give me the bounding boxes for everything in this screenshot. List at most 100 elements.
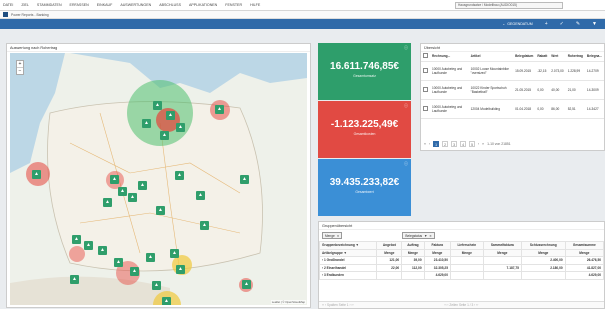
map-marker[interactable]: ▲	[176, 123, 185, 132]
info-icon[interactable]: ⓘ	[404, 103, 408, 109]
map-marker[interactable]: ▲	[72, 235, 81, 244]
menu-item-stammdaten[interactable]: Stammdaten	[37, 3, 62, 7]
pager-page[interactable]: 5	[469, 141, 476, 147]
map-marker[interactable]: ▲	[118, 187, 127, 196]
pivot-col-header[interactable]: Auftrag	[401, 241, 425, 250]
map-marker[interactable]: ▲	[32, 170, 41, 179]
row-checkbox[interactable]	[421, 80, 430, 100]
map-marker[interactable]: ▲	[215, 105, 224, 114]
column-header[interactable]: Rechnung...	[430, 52, 469, 62]
column-header[interactable]: Belegna...	[584, 52, 604, 62]
map-marker[interactable]: ▲	[175, 171, 184, 180]
pager-first[interactable]: «	[424, 142, 426, 146]
row-pager[interactable]: ‹‹ ‹ Zeilen Seite 1 / 3 › ››	[444, 303, 478, 307]
map-marker[interactable]: ▲	[170, 249, 179, 258]
menu-item-fenster[interactable]: Fenster	[225, 3, 242, 7]
map-marker[interactable]: ▲	[98, 246, 107, 255]
pin-icon[interactable]: ✎	[576, 21, 580, 27]
map-marker[interactable]: ▲	[162, 297, 171, 305]
map-marker[interactable]: ▲	[156, 206, 165, 215]
pager-prev[interactable]: ‹	[429, 142, 430, 146]
map-marker[interactable]: ▲	[153, 101, 162, 110]
column-header[interactable]: Rabatt	[535, 52, 550, 62]
map-view[interactable]: ▲ ▲ ▲ ▲ ▲ ▲ ▲ ▲ ▲ ▲ ▲ ▲ ▲ ▲ ▲ ▲ ▲ ▲ ▲ ▲ …	[10, 53, 307, 305]
table-row[interactable]: 10000 Autobeleg und Laufkunde 12004 Mode…	[421, 99, 604, 119]
pivot-row[interactable]: › 3 Endkunden 4.629,00 4.629,00	[319, 271, 604, 280]
date-filter[interactable]: ⌄ GEGENDATUM	[502, 22, 533, 26]
pivot-col-header[interactable]: Lieferschein	[449, 241, 484, 250]
pivot-cell: 22,00	[376, 263, 403, 272]
column-pager[interactable]: ‹‹ ‹ Spalten Seite 1 › ››	[322, 303, 354, 307]
column-header[interactable]: Belegdatum	[513, 52, 536, 62]
column-header[interactable]: Wert	[549, 52, 566, 62]
pivot-col-header[interactable]: Sammelfaktura	[482, 241, 522, 250]
cell-datum: 01.04.2018	[513, 99, 536, 119]
table-row[interactable]: 10000 Autobeleg und Laufkunde 10002 Loos…	[421, 61, 604, 81]
menu-item-erfassen[interactable]: Erfassen	[70, 3, 89, 7]
map-marker[interactable]: ▲	[242, 280, 251, 289]
map-marker[interactable]: ▲	[166, 111, 175, 120]
pager-next[interactable]: ›	[478, 142, 479, 146]
pivot-col-header[interactable]: Angebot	[376, 241, 403, 250]
chip-belegstatus[interactable]: Belegstatus ▼ ✕	[402, 232, 435, 239]
pivot-row-label[interactable]: › 3 Endkunden	[319, 271, 378, 280]
map-marker[interactable]: ▲	[176, 265, 185, 274]
map-marker[interactable]: ▲	[152, 281, 161, 290]
menu-item-hilfe[interactable]: Hilfe	[250, 3, 260, 7]
select-all-checkbox[interactable]	[421, 52, 430, 62]
chip-menge[interactable]: Menge ✕	[322, 232, 343, 239]
close-icon[interactable]: ✕	[337, 234, 340, 238]
filter-icon[interactable]: ▼	[424, 234, 427, 238]
pager-page[interactable]: 1	[433, 141, 440, 147]
pivot-row[interactable]: › 1 Großhandel 121,00 39,00 23.410,50 2.…	[319, 256, 604, 265]
map-marker[interactable]: ▲	[160, 131, 169, 140]
table-row[interactable]: 10000 Autobeleg und Laufkunde 10022 Kind…	[421, 80, 604, 100]
pivot-row-label[interactable]: › 2 Einzelhandel	[319, 263, 378, 272]
filter-icon[interactable]: ▼	[592, 21, 597, 27]
menu-item-datei[interactable]: Datei	[3, 3, 13, 7]
add-icon[interactable]: +	[545, 21, 548, 27]
check-icon[interactable]: ✓	[560, 21, 564, 27]
pager-page[interactable]: 3	[451, 141, 458, 147]
map-marker[interactable]: ▲	[128, 193, 137, 202]
map-marker[interactable]: ▲	[196, 191, 205, 200]
column-header[interactable]: Artikel	[468, 52, 514, 62]
column-header[interactable]: Rohertrag	[565, 52, 585, 62]
zoom-out-button[interactable]: −	[17, 68, 23, 75]
menu-item-einkauf[interactable]: Einkauf	[97, 3, 113, 7]
map-marker[interactable]: ▲	[114, 258, 123, 267]
close-icon[interactable]: ✕	[429, 234, 432, 238]
map-marker[interactable]: ▲	[142, 119, 151, 128]
menu-item-auswertungen[interactable]: Auswertungen	[120, 3, 151, 7]
info-icon[interactable]: ⓘ	[404, 45, 408, 51]
pivot-row-field[interactable]: Gruppenbezeichnung ▼	[319, 241, 378, 250]
menu-item-ziel[interactable]: Ziel	[21, 3, 29, 7]
menu-item-abschluss[interactable]: Abschluss	[159, 3, 181, 7]
pivot-row-label[interactable]: › 1 Großhandel	[319, 256, 378, 265]
map-marker[interactable]: ▲	[84, 241, 93, 250]
row-checkbox[interactable]	[421, 99, 430, 119]
pivot-row-field[interactable]: Artikelgruppe ▼	[319, 248, 378, 257]
cell-rechnung: 10000 Autobeleg und Laufkunde	[430, 61, 469, 81]
menu-item-applikationen[interactable]: Applikationen	[189, 3, 217, 7]
map-marker[interactable]: ▲	[138, 181, 147, 190]
map-marker[interactable]: ▲	[240, 175, 249, 184]
map-marker[interactable]: ▲	[70, 275, 79, 284]
pivot-row[interactable]: › 2 Einzelhandel 22,00 112,00 32.305,25 …	[319, 263, 604, 272]
company-selector[interactable]: Hausgrundsatze / Modellbau (AUDIO015)	[455, 2, 563, 9]
pivot-col-header[interactable]: Schlussrechnung	[520, 241, 566, 250]
map-marker[interactable]: ▲	[130, 267, 139, 276]
zoom-in-button[interactable]: +	[17, 61, 23, 68]
pivot-col-header[interactable]: Gesamtsumme	[564, 241, 604, 250]
info-icon[interactable]: ⓘ	[404, 161, 408, 167]
row-checkbox[interactable]	[421, 61, 430, 81]
map-marker[interactable]: ▲	[110, 175, 119, 184]
pager-page[interactable]: 2	[442, 141, 449, 147]
pager-last[interactable]: »	[482, 142, 484, 146]
map-marker[interactable]: ▲	[146, 253, 155, 262]
pivot-col-header[interactable]: Faktura	[423, 241, 451, 250]
map-marker[interactable]: ▲	[103, 198, 112, 207]
map-attribution[interactable]: Leaflet | © OpenStreetMap	[270, 300, 306, 304]
pager-page[interactable]: 4	[460, 141, 467, 147]
map-marker[interactable]: ▲	[200, 221, 209, 230]
